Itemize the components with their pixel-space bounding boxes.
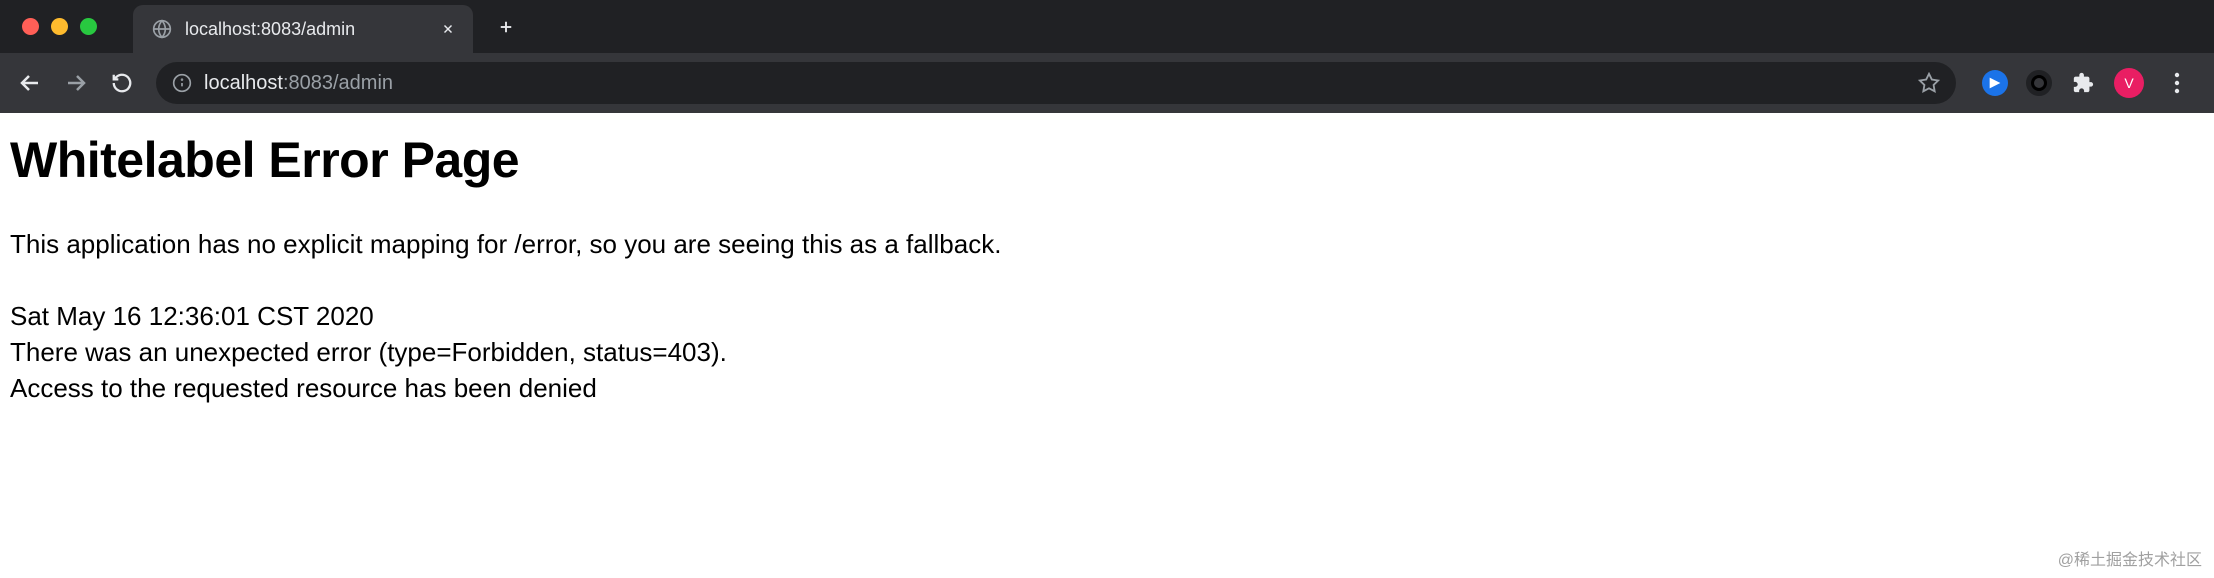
fallback-message: This application has no explicit mapping… — [10, 227, 2204, 263]
reload-button[interactable] — [102, 63, 142, 103]
bookmark-star-button[interactable] — [1918, 72, 1940, 94]
forward-button[interactable] — [56, 63, 96, 103]
menu-button[interactable] — [2162, 72, 2192, 94]
globe-icon — [151, 18, 173, 40]
error-detail: There was an unexpected error (type=Forb… — [10, 335, 2204, 371]
avatar[interactable]: V — [2114, 68, 2144, 98]
error-timestamp: Sat May 16 12:36:01 CST 2020 — [10, 299, 2204, 335]
extension-icons: V — [1970, 68, 2204, 98]
new-tab-button[interactable] — [491, 12, 521, 42]
info-icon[interactable] — [172, 73, 192, 93]
maximize-window-button[interactable] — [80, 18, 97, 35]
error-heading: Whitelabel Error Page — [10, 131, 2204, 189]
tab-bar: localhost:8083/admin — [0, 0, 2214, 53]
back-button[interactable] — [10, 63, 50, 103]
browser-tab[interactable]: localhost:8083/admin — [133, 5, 473, 53]
extension-icon-1[interactable] — [1982, 70, 2008, 96]
extensions-button[interactable] — [2070, 70, 2096, 96]
tab-title: localhost:8083/admin — [185, 19, 425, 40]
address-rest: :8083/admin — [283, 72, 393, 94]
address-text: localhost:8083/admin — [204, 72, 1906, 95]
address-host: localhost — [204, 72, 283, 94]
address-bar[interactable]: localhost:8083/admin — [156, 62, 1956, 104]
browser-chrome: localhost:8083/admin — [0, 0, 2214, 113]
toolbar: localhost:8083/admin V — [0, 53, 2214, 113]
close-tab-button[interactable] — [437, 18, 459, 40]
close-window-button[interactable] — [22, 18, 39, 35]
watermark: @稀土掘金技术社区 — [2058, 546, 2202, 570]
window-controls — [0, 18, 115, 35]
access-denied-message: Access to the requested resource has bee… — [10, 371, 2204, 407]
avatar-letter: V — [2124, 75, 2133, 91]
minimize-window-button[interactable] — [51, 18, 68, 35]
extension-icon-2[interactable] — [2026, 70, 2052, 96]
page-content: Whitelabel Error Page This application h… — [0, 113, 2214, 425]
